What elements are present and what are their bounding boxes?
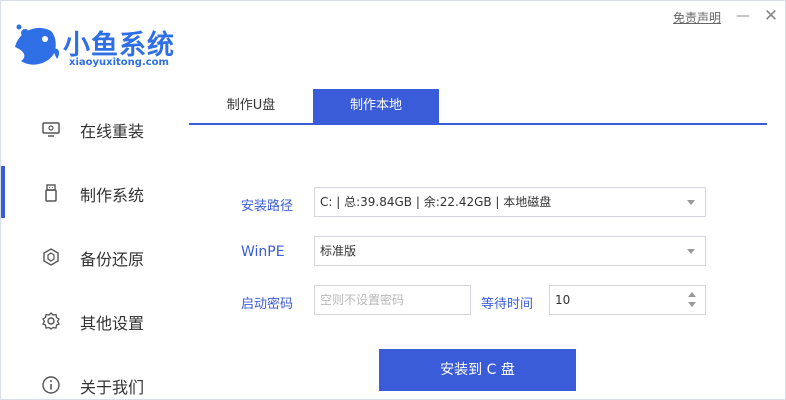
usb-drive-icon <box>41 183 61 203</box>
chevron-down-icon <box>687 249 695 254</box>
wait-time-stepper[interactable]: 10 <box>549 285 706 315</box>
wait-time-label: 等待时间 <box>481 297 534 312</box>
winpe-select[interactable]: 标准版 <box>314 236 706 266</box>
sidebar-item-label: 在线重装 <box>80 122 145 141</box>
winpe-label: WinPE <box>241 244 285 260</box>
sidebar-item-make-system[interactable]: 制作系统 <box>1 166 181 218</box>
app-logo: 小鱼系统 xiaoyuxitong.com <box>11 15 196 75</box>
wait-time-value: 10 <box>555 293 571 307</box>
sidebar-item-label: 其他设置 <box>80 314 145 333</box>
boot-password-placeholder: 空则不设置密码 <box>320 293 405 307</box>
monitor-icon <box>41 119 61 139</box>
sidebar-item-label: 制作系统 <box>80 186 145 205</box>
fish-logo-icon <box>15 24 60 65</box>
chevron-up-icon[interactable] <box>688 292 696 297</box>
stepper-arrows[interactable] <box>687 290 697 310</box>
install-path-label: 安装路径 <box>241 199 294 214</box>
tab-make-usb[interactable]: 制作U盘 <box>189 89 313 123</box>
tab-bar: 制作U盘 制作本地 <box>189 89 767 125</box>
tab-make-local[interactable]: 制作本地 <box>313 89 439 123</box>
boot-password-label: 启动密码 <box>241 297 294 312</box>
install-path-value: C: | 总:39.84GB | 余:22.42GB | 本地磁盘 <box>320 195 552 209</box>
gear-icon <box>41 311 61 331</box>
info-icon <box>41 375 61 395</box>
chevron-down-icon <box>687 200 695 205</box>
sidebar-item-label: 关于我们 <box>80 378 145 397</box>
boot-password-input[interactable]: 空则不设置密码 <box>314 285 471 315</box>
close-button[interactable]: ✕ <box>761 6 781 26</box>
sidebar-item-label: 备份还原 <box>80 250 145 269</box>
disclaimer-link[interactable]: 免责声明 <box>673 9 721 26</box>
sidebar-item-online-reinstall[interactable]: 在线重装 <box>1 108 181 148</box>
sidebar-item-backup-restore[interactable]: 备份还原 <box>1 236 181 276</box>
install-to-c-button[interactable]: 安装到 C 盘 <box>379 349 576 391</box>
app-window: 小鱼系统 xiaoyuxitong.com 免责声明 — ✕ 在线重装 制作系统… <box>0 0 786 400</box>
winpe-value: 标准版 <box>320 244 357 258</box>
chevron-down-icon[interactable] <box>688 302 696 307</box>
brand-domain: xiaoyuxitong.com <box>69 57 169 68</box>
install-path-select[interactable]: C: | 总:39.84GB | 余:22.42GB | 本地磁盘 <box>314 187 706 217</box>
minimize-button[interactable]: — <box>733 6 753 26</box>
sidebar-item-other-settings[interactable]: 其他设置 <box>1 300 181 340</box>
sidebar-item-about-us[interactable]: 关于我们 <box>1 364 181 400</box>
backup-restore-icon <box>41 247 61 267</box>
